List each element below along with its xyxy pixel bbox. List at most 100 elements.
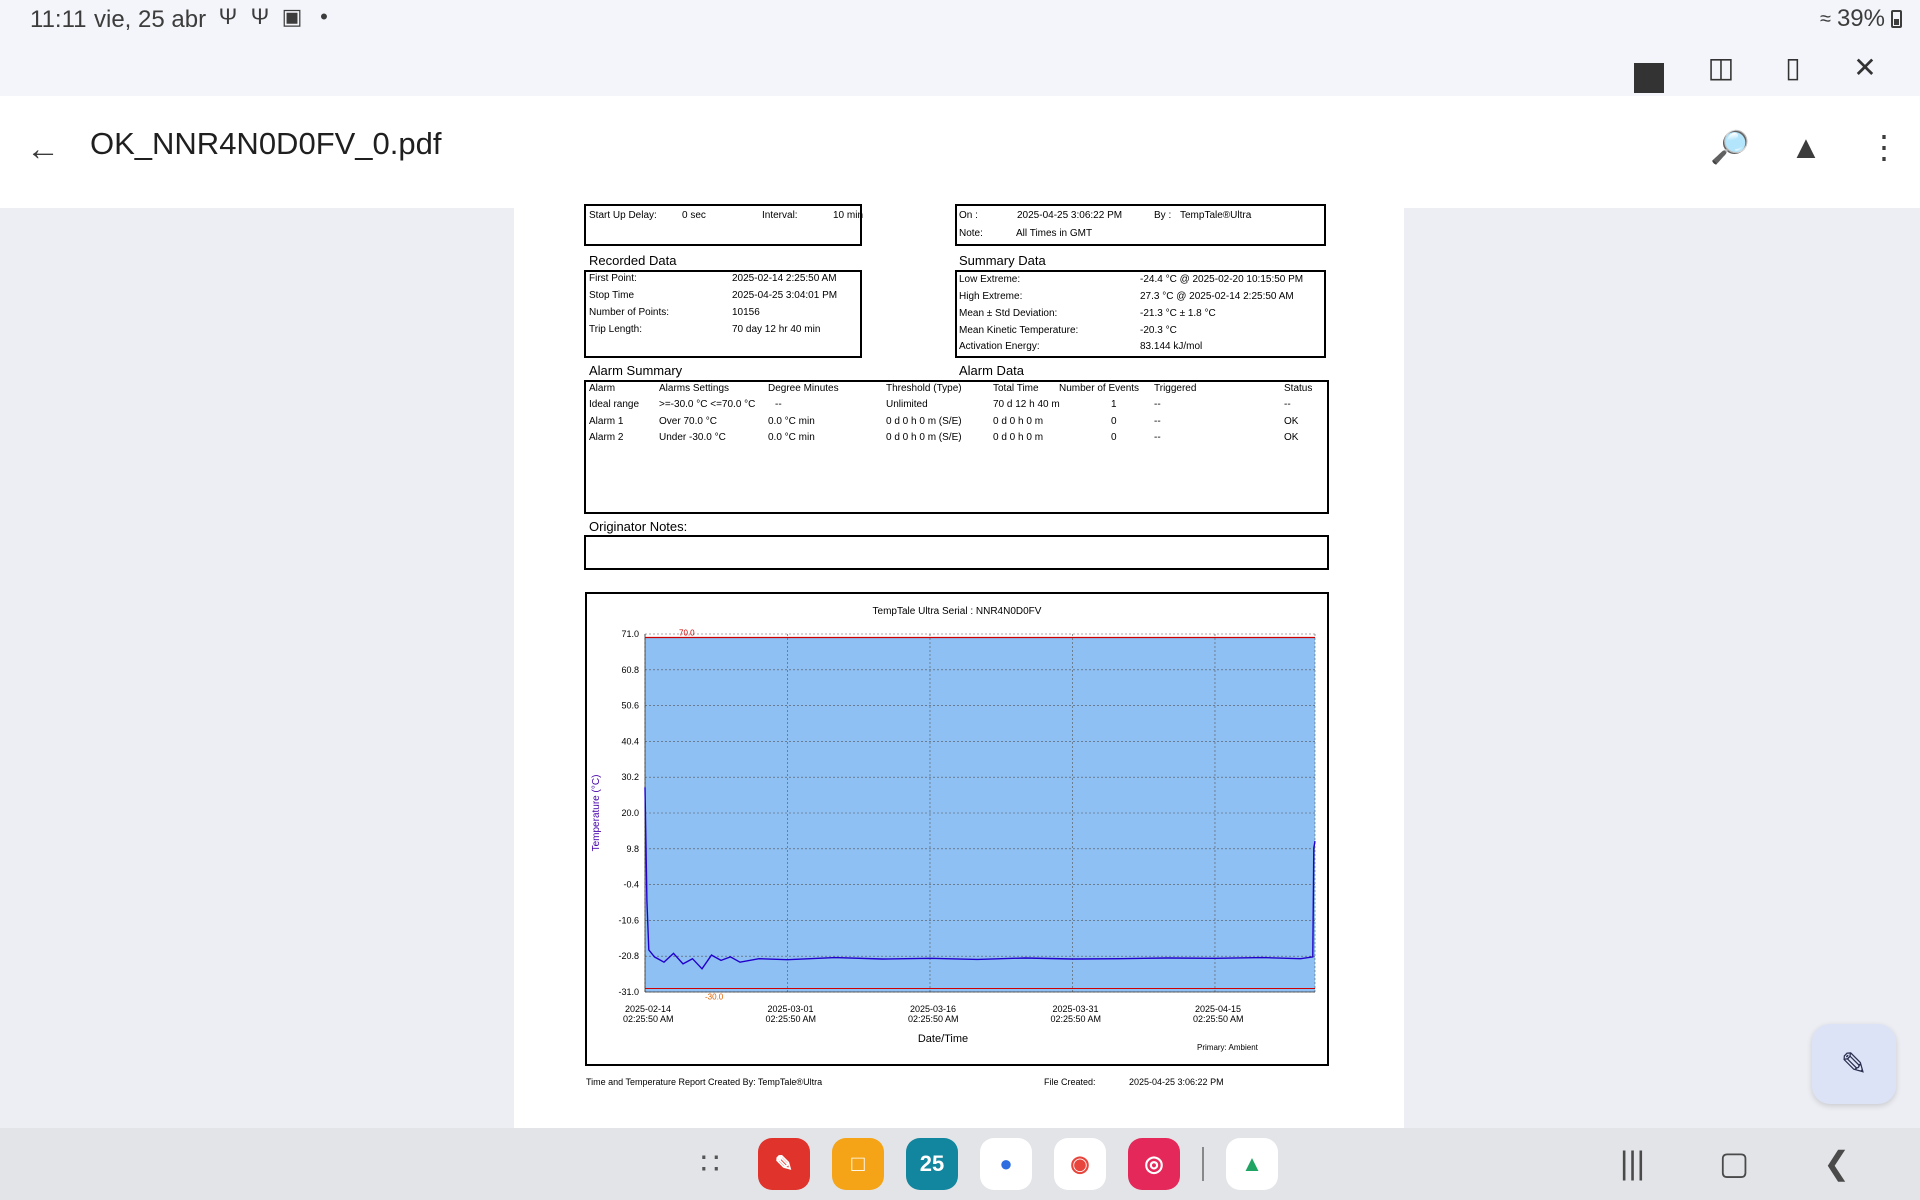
recent-apps-icon[interactable]: ||| <box>1620 1145 1645 1182</box>
chart-svg: 71.0 60.8 50.6 40.4 30.2 20.0 9.8 -0.4 -10.6 -20.… <box>591 606 1316 1052</box>
wifi-icon: ≈ <box>1819 7 1831 30</box>
alarm-cell: -- <box>1154 432 1161 443</box>
note-label: Note: <box>959 228 983 239</box>
app-bar: ← OK_NNR4N0D0FV_0.pdf 🔎 ▲ ⋮ <box>0 96 1920 208</box>
x-tick-date: 2025-02-14 <box>625 1004 671 1014</box>
y-tick-label: 50.6 <box>621 701 639 711</box>
app-bar-actions: 🔎 ▲ ⋮ <box>1710 128 1902 166</box>
lower-limit-label: -30.0 <box>705 992 724 1001</box>
alarm-cell: Unlimited <box>886 399 928 410</box>
status-right: ≈ 39% <box>1820 5 1902 33</box>
alarm-cell: >=-30.0 °C <=70.0 °C <box>659 399 756 410</box>
edit-fab-button[interactable]: ✎ <box>1812 1024 1896 1104</box>
temperature-chart: 71.0 60.8 50.6 40.4 30.2 20.0 9.8 -0.4 -10.6 -20.… <box>585 592 1329 1066</box>
minimize-icon[interactable] <box>1634 52 1664 93</box>
alarm-cell: Ideal range <box>589 399 640 410</box>
add-to-drive-icon[interactable]: ▲ <box>1788 129 1824 166</box>
originator-notes-label: Originator Notes: <box>589 519 688 534</box>
alarm-cell: 0.0 °C min <box>768 416 815 427</box>
notes-app-icon[interactable]: ✎ <box>758 1138 810 1190</box>
y-tick-label: -10.6 <box>618 915 639 925</box>
alarm-col-header: Alarm <box>589 383 616 394</box>
alarm-cell: 0 <box>1111 416 1117 427</box>
alarm-cell: 0 d 0 h 0 m <box>993 432 1044 443</box>
alarm-cell: 0 <box>1111 432 1117 443</box>
alarm-cell: 0 d 0 h 0 m (S/E) <box>886 432 962 443</box>
messages-app-icon[interactable]: ● <box>980 1138 1032 1190</box>
startup-label: Start Up Delay: <box>589 210 657 221</box>
alarm-cell: 70 d 12 h 40 m <box>993 399 1060 410</box>
x-tick-time: 02:25:50 AM <box>1050 1014 1101 1024</box>
more-dot-icon: • <box>320 4 328 29</box>
usb-icon: Ψ <box>250 4 270 29</box>
x-tick-date: 2025-03-16 <box>910 1004 956 1014</box>
interval-value: 10 min <box>833 210 864 221</box>
alarm-data-heading: Alarm Data <box>959 363 1025 378</box>
popup-view-icon[interactable]: ▯ <box>1778 52 1808 83</box>
y-tick-label: -20.8 <box>618 951 639 961</box>
alarm-col-header: Alarms Settings <box>659 383 730 394</box>
drive-app-icon[interactable]: ▲ <box>1226 1138 1278 1190</box>
camera-app-icon[interactable]: ◎ <box>1128 1138 1180 1190</box>
pdf-viewer[interactable]: Start Up Delay: 0 sec Interval: 10 min O… <box>0 204 1920 1128</box>
more-options-icon[interactable]: ⋮ <box>1866 128 1902 166</box>
footer-created-by: Time and Temperature Report Created By: … <box>586 1077 823 1087</box>
recorded-value: 2025-02-14 2:25:50 AM <box>732 273 837 284</box>
summary-value: 27.3 °C @ 2025-02-14 2:25:50 AM <box>1140 291 1294 302</box>
summary-value: -21.3 °C ± 1.8 °C <box>1140 308 1216 319</box>
notification-icons: Ψ Ψ ▣ • <box>216 4 336 30</box>
chrome-app-icon[interactable]: ◉ <box>1054 1138 1106 1190</box>
alarm-cell: 1 <box>1111 399 1117 410</box>
recorded-value: 70 day 12 hr 40 min <box>732 324 821 335</box>
dock-separator <box>1202 1147 1204 1181</box>
alarm-col-header: Total Time <box>993 383 1039 394</box>
split-screen-icon[interactable]: ◫ <box>1706 52 1736 83</box>
alarm-cell: Under -30.0 °C <box>659 432 726 443</box>
alarm-cell: -- <box>1284 399 1291 410</box>
navigation-keys: ||| ▢ ❮ <box>1620 1144 1850 1182</box>
search-document-icon[interactable]: 🔎 <box>1710 128 1750 166</box>
recorded-label: Stop Time <box>589 290 635 301</box>
summary-label: Activation Energy: <box>959 341 1040 352</box>
recorded-data-heading: Recorded Data <box>589 253 677 268</box>
alarm-cell: 0 d 0 h 0 m (S/E) <box>886 416 962 427</box>
alarm-cell: OK <box>1284 416 1299 427</box>
alarm-cell: Alarm 2 <box>589 432 624 443</box>
plot-area <box>645 637 1315 992</box>
on-label: On : <box>959 210 978 221</box>
alarm-col-header: Status <box>1284 383 1313 394</box>
chart-title: TempTale Ultra Serial : NNR4N0D0FV <box>873 606 1042 617</box>
summary-value: 83.144 kJ/mol <box>1140 341 1203 352</box>
recorded-label: First Point: <box>589 273 637 284</box>
files-app-icon[interactable]: □ <box>832 1138 884 1190</box>
y-tick-label: 71.0 <box>621 629 639 639</box>
summary-value: -24.4 °C @ 2025-02-20 10:15:50 PM <box>1140 274 1304 285</box>
y-tick-label: 9.8 <box>626 844 639 854</box>
by-value: TempTale®Ultra <box>1180 210 1252 221</box>
alarm-cell: -- <box>775 399 782 410</box>
status-time: 11:11 <box>30 6 87 33</box>
report-info-box <box>955 204 1326 246</box>
y-tick-label: 40.4 <box>621 736 639 746</box>
alarm-cell: 0.0 °C min <box>768 432 815 443</box>
x-tick-time: 02:25:50 AM <box>623 1014 674 1024</box>
back-nav-icon[interactable]: ❮ <box>1823 1144 1850 1182</box>
x-axis-label: Date/Time <box>918 1033 968 1045</box>
alarm-cell: Alarm 1 <box>589 416 624 427</box>
home-icon[interactable]: ▢ <box>1719 1144 1749 1182</box>
back-arrow-icon[interactable]: ← <box>26 130 60 169</box>
battery-icon <box>1891 10 1902 28</box>
calendar-app-icon[interactable]: 25 <box>906 1138 958 1190</box>
x-tick-date: 2025-03-31 <box>1052 1004 1098 1014</box>
y-tick-label: 60.8 <box>621 665 639 675</box>
alarm-summary-heading: Alarm Summary <box>589 363 683 378</box>
recorded-value: 2025-04-25 3:04:01 PM <box>732 290 838 301</box>
recorded-value: 10156 <box>732 307 760 318</box>
close-icon[interactable]: ✕ <box>1850 52 1880 83</box>
app-drawer-icon[interactable]: ∷ <box>684 1138 736 1190</box>
alarm-cell: Over 70.0 °C <box>659 416 717 427</box>
y-tick-label: 20.0 <box>621 808 639 818</box>
summary-label: Mean ± Std Deviation: <box>959 308 1058 319</box>
y-tick-label: -31.0 <box>618 987 639 997</box>
x-tick-time: 02:25:50 AM <box>1193 1014 1244 1024</box>
